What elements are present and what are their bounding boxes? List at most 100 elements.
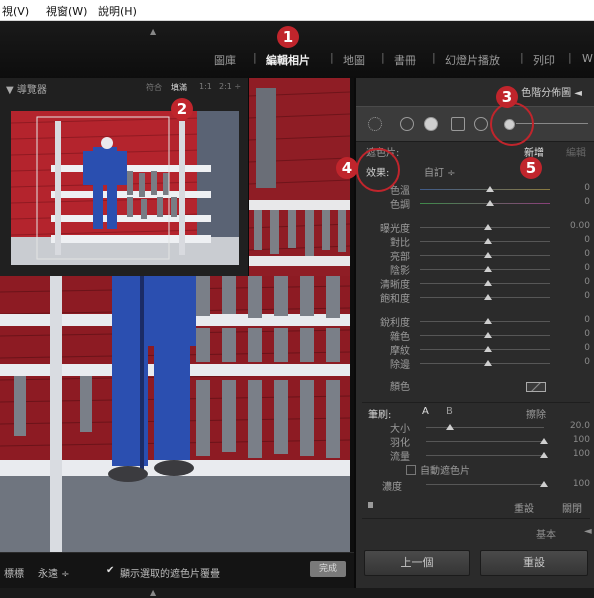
crop-tool-icon[interactable] — [368, 117, 382, 131]
slider-value[interactable]: 0 — [560, 183, 590, 193]
menu-help[interactable]: 說明(H) — [98, 3, 137, 19]
photo-canvas[interactable] — [0, 276, 350, 552]
photo-canvas-top[interactable] — [248, 78, 350, 276]
show-mask-checkbox[interactable]: ✔ — [106, 565, 114, 576]
module-web[interactable]: W — [582, 52, 593, 65]
slider-knob[interactable] — [486, 200, 494, 206]
zoom-1-1[interactable]: 1:1 — [199, 82, 212, 91]
slider-knob[interactable] — [484, 266, 492, 272]
brush-setting-knob[interactable] — [540, 438, 548, 444]
brush-setting-value[interactable]: 100 — [560, 449, 590, 459]
brush-setting-label: 流量 — [390, 452, 410, 463]
collapse-bottom-arrow-icon[interactable]: ▲ — [150, 588, 156, 597]
slider-value[interactable]: 0 — [560, 343, 590, 353]
slider-knob[interactable] — [484, 294, 492, 300]
toggle-local-adjust-icon[interactable] — [368, 502, 373, 508]
menu-view[interactable]: 視(V) — [2, 3, 29, 19]
reset-local-button[interactable]: 重設 — [514, 500, 534, 515]
slider-value[interactable]: 0 — [560, 329, 590, 339]
auto-mask-checkbox[interactable] — [406, 465, 416, 475]
slider-knob[interactable] — [484, 224, 492, 230]
close-local-button[interactable]: 關閉 — [562, 500, 582, 515]
thumbnail-photo — [11, 111, 239, 265]
done-button[interactable]: 完成 — [310, 561, 346, 577]
slider-value[interactable]: 0 — [560, 357, 590, 367]
density-slider[interactable] — [426, 484, 544, 485]
zoom-2-1[interactable]: 2:1 ÷ — [219, 82, 241, 91]
navigator-title[interactable]: ▼ 導覽器 — [6, 81, 47, 96]
color-swatch[interactable] — [526, 382, 546, 392]
slider-label: 除邊 — [390, 360, 410, 371]
brush-setting-slider[interactable] — [426, 427, 544, 428]
brush-setting-slider[interactable] — [426, 441, 544, 442]
zoom-fit[interactable]: 符合 — [146, 82, 162, 93]
density-label: 濃度 — [382, 482, 402, 493]
spot-removal-tool-icon[interactable] — [400, 117, 414, 131]
menu-window[interactable]: 視窗(W) — [46, 3, 87, 19]
slider-knob[interactable] — [486, 186, 494, 192]
brush-b-tab[interactable]: B — [446, 406, 453, 417]
slider-value[interactable]: 0 — [560, 277, 590, 287]
module-separator: | — [330, 51, 334, 64]
zoom-fill[interactable]: 填滿 — [171, 82, 187, 93]
slider-value[interactable]: 0 — [560, 315, 590, 325]
radial-filter-tool-icon[interactable] — [474, 117, 488, 131]
module-map[interactable]: 地圖 — [343, 52, 365, 68]
reset-button[interactable]: 重設 — [480, 550, 588, 576]
graduated-filter-tool-icon[interactable] — [451, 117, 465, 131]
brush-setting-value[interactable]: 100 — [560, 435, 590, 445]
previous-button[interactable]: 上一個 — [364, 550, 470, 576]
slider-value[interactable]: 0 — [560, 291, 590, 301]
slider-knob[interactable] — [484, 252, 492, 258]
slider-value[interactable]: 0 — [560, 235, 590, 245]
brush-label: 筆刷: — [368, 410, 392, 421]
module-slideshow[interactable]: 幻燈片播放 — [445, 52, 500, 68]
slider-knob[interactable] — [484, 318, 492, 324]
photo-wall-top — [248, 78, 350, 276]
module-book[interactable]: 書冊 — [394, 52, 416, 68]
slider-label: 對比 — [390, 238, 410, 249]
slider-label: 清晰度 — [380, 280, 410, 291]
slider-knob[interactable] — [484, 332, 492, 338]
menu-bar: 視(V) 視窗(W) 說明(H) — [0, 0, 594, 21]
brush-setting-slider[interactable] — [426, 455, 544, 456]
redeye-tool-icon[interactable] — [424, 117, 438, 131]
slider-value[interactable]: 0 — [560, 249, 590, 259]
brush-setting-knob[interactable] — [540, 452, 548, 458]
basic-panel-collapse-icon[interactable]: ◄ — [584, 526, 592, 537]
slider-knob[interactable] — [484, 346, 492, 352]
collapse-top-arrow-icon[interactable]: ▲ — [150, 27, 156, 36]
effect-preset-dropdown[interactable]: 自訂 ÷ — [424, 164, 456, 179]
module-library[interactable]: 圖庫 — [214, 52, 236, 68]
histogram-header[interactable]: 色階分佈圖 ◄ — [521, 84, 582, 99]
module-separator: | — [432, 51, 436, 64]
panel-divider — [362, 402, 590, 403]
slider-knob[interactable] — [484, 280, 492, 286]
density-value[interactable]: 100 — [560, 479, 590, 489]
slider-label: 銳利度 — [380, 318, 410, 329]
brush-setting-knob[interactable] — [446, 424, 454, 430]
basic-panel-header[interactable]: 基本 — [536, 526, 556, 541]
mask-edit-button[interactable]: 編輯 — [566, 144, 586, 159]
slider-value[interactable]: 0 — [560, 197, 590, 207]
module-print[interactable]: 列印 — [533, 52, 555, 68]
navigator-thumbnail[interactable] — [11, 111, 239, 265]
overlay-mode-dropdown[interactable]: 永遠 ÷ — [38, 565, 70, 580]
lightroom-window: 視(V) 視窗(W) 說明(H) ▲ 圖庫 | 編輯相片 | 地圖 | 書冊 |… — [0, 0, 594, 598]
filmstrip-collapse-bar[interactable]: ▲ — [0, 588, 594, 598]
brush-erase-tab[interactable]: 擦除 — [526, 406, 546, 421]
slider-value[interactable]: 0 — [560, 263, 590, 273]
slider-track[interactable] — [420, 203, 550, 204]
slider-track[interactable] — [420, 189, 550, 190]
density-slider-knob[interactable] — [540, 481, 548, 487]
histogram-collapse-icon[interactable]: ◄ — [574, 88, 582, 99]
slider-knob[interactable] — [484, 360, 492, 366]
brush-setting-label: 羽化 — [390, 438, 410, 449]
show-mask-label: 顯示選取的遮色片覆疊 — [120, 569, 220, 580]
brush-a-tab[interactable]: A — [422, 406, 429, 417]
slider-value[interactable]: 0.00 — [560, 221, 590, 231]
brush-setting-value[interactable]: 20.0 — [560, 421, 590, 431]
slider-knob[interactable] — [484, 238, 492, 244]
module-develop[interactable]: 編輯相片 — [266, 52, 310, 68]
module-picker: ▲ 圖庫 | 編輯相片 | 地圖 | 書冊 | 幻燈片播放 | 列印 | W — [0, 21, 594, 78]
